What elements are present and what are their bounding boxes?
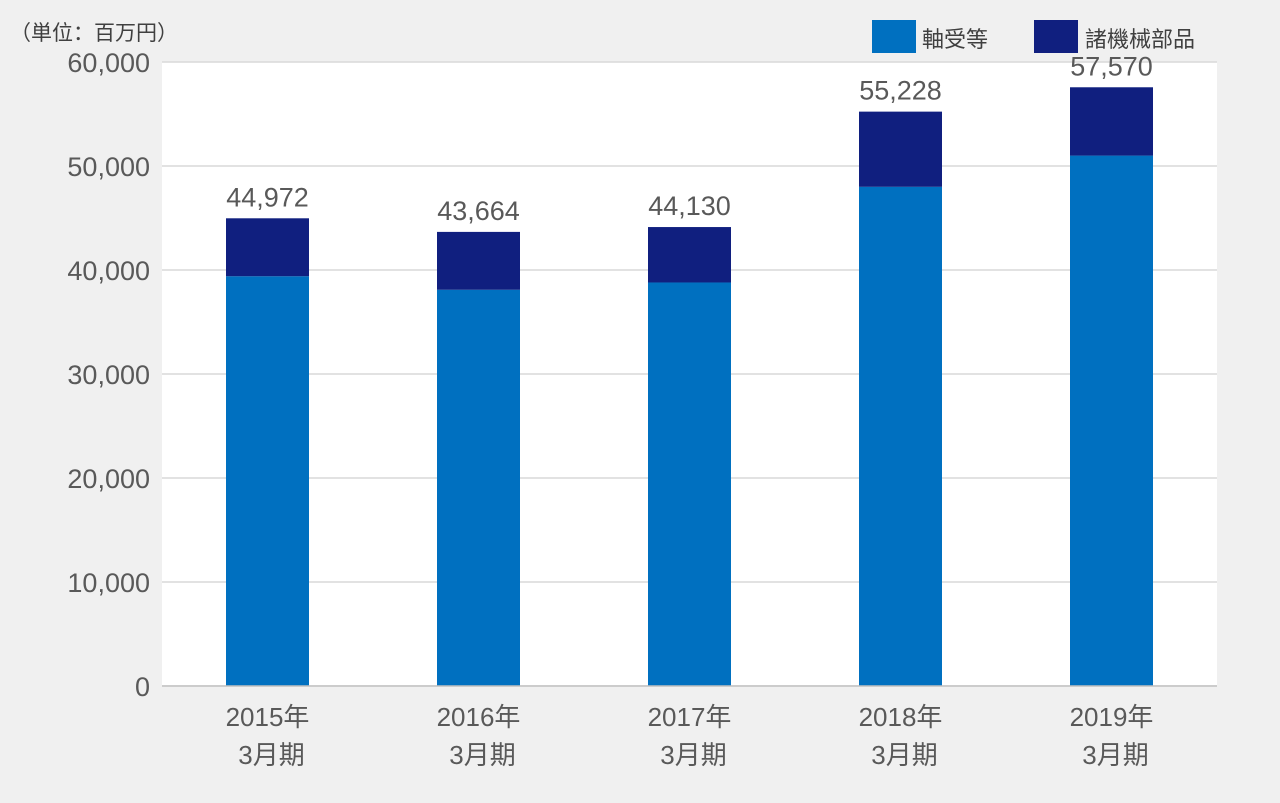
x-tick-label: 3月期 [238, 740, 304, 770]
total-label: 43,664 [437, 196, 520, 226]
bar-bearings [648, 282, 731, 686]
legend-label-bearings: 軸受等 [922, 28, 988, 53]
bar-bearings [437, 289, 520, 686]
y-tick-label: 60,000 [67, 48, 150, 78]
total-label: 44,130 [648, 191, 731, 221]
total-label: 44,972 [226, 182, 309, 212]
bar-machine-parts [648, 227, 731, 283]
x-tick-label: 3月期 [449, 740, 515, 770]
y-tick-label: 0 [135, 672, 150, 702]
x-tick-label: 2018年 [859, 702, 943, 732]
total-label: 55,228 [859, 76, 942, 106]
x-tick-label: 3月期 [1082, 740, 1148, 770]
y-tick-label: 50,000 [67, 152, 150, 182]
bar-machine-parts [1070, 87, 1153, 156]
x-tick-label: 2015年 [226, 702, 310, 732]
legend-swatch-machine-parts [1034, 20, 1078, 53]
total-label: 57,570 [1070, 51, 1153, 81]
y-tick-label: 30,000 [67, 360, 150, 390]
x-tick-label: 3月期 [871, 740, 937, 770]
x-tick-label: 2019年 [1070, 702, 1154, 732]
x-tick-label: 2016年 [437, 702, 521, 732]
stacked-bar-chart: 0 10,000 20,000 30,000 40,000 50,000 60,000 20… [0, 0, 1280, 803]
bar-machine-parts [859, 111, 942, 187]
unit-label: （単位：百万円） [10, 21, 178, 45]
x-tick-label: 3月期 [660, 740, 726, 770]
bar-bearings [859, 186, 942, 687]
y-tick-label: 10,000 [67, 568, 150, 598]
bar-machine-parts [226, 218, 309, 277]
legend-swatch-bearings [872, 20, 916, 53]
y-tick-label: 40,000 [67, 256, 150, 286]
bar-bearings [226, 276, 309, 686]
x-tick-label: 2017年 [648, 702, 732, 732]
y-tick-label: 20,000 [67, 464, 150, 494]
bar-bearings [1070, 155, 1153, 687]
legend-label-machine-parts: 諸機械部品 [1085, 28, 1195, 53]
bar-machine-parts [437, 231, 520, 290]
